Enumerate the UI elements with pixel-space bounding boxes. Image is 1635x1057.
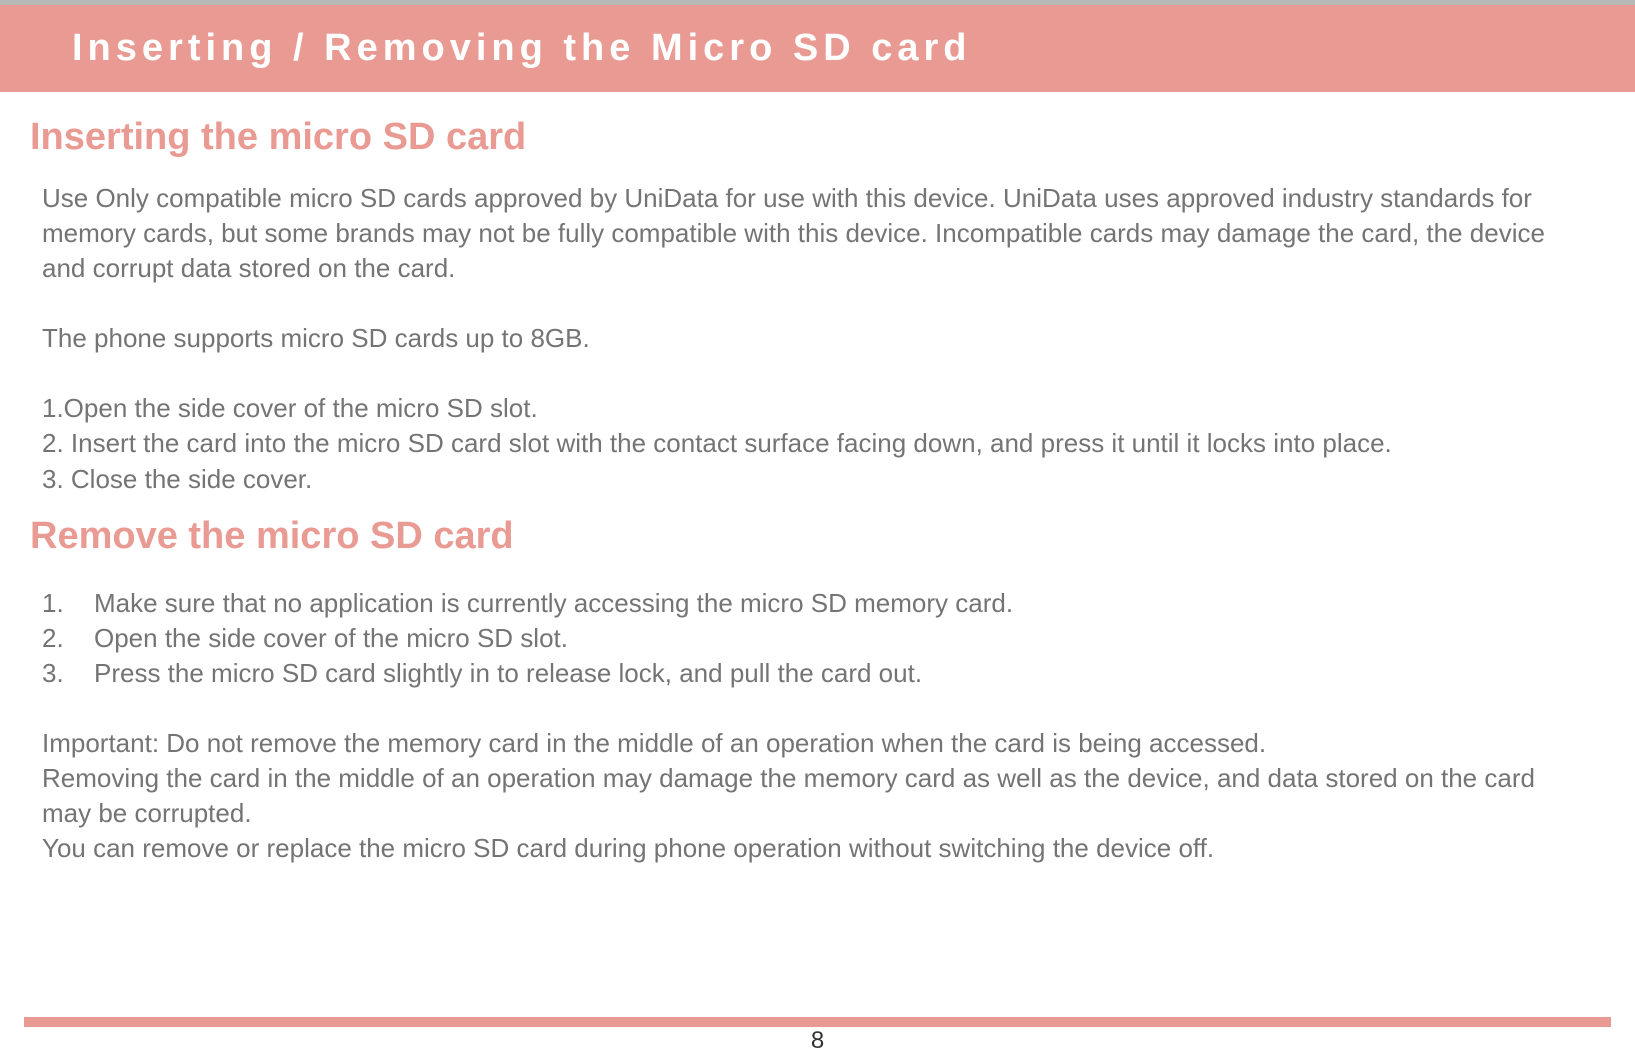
remove-notes: Important: Do not remove the memory card…: [30, 726, 1605, 866]
remove-note-3: You can remove or replace the micro SD c…: [42, 831, 1585, 866]
inserting-body: Use Only compatible micro SD cards appro…: [30, 181, 1605, 497]
page-number: 8: [0, 1027, 1635, 1055]
page-title: Inserting / Removing the Micro SD card: [72, 27, 1635, 70]
list-text: Open the side cover of the micro SD slot…: [94, 623, 568, 653]
inserting-paragraph-2: The phone supports micro SD cards up to …: [42, 321, 1585, 356]
list-item: 2. Open the side cover of the micro SD s…: [42, 621, 1605, 656]
header-bar: Inserting / Removing the Micro SD card: [0, 5, 1635, 92]
list-text: Make sure that no application is current…: [94, 588, 1013, 618]
remove-note-1: Important: Do not remove the memory card…: [42, 726, 1585, 761]
list-number: 2.: [42, 621, 64, 656]
list-item: 3. Press the micro SD card slightly in t…: [42, 656, 1605, 691]
list-number: 1.: [42, 586, 64, 621]
remove-note-2: Removing the card in the middle of an op…: [42, 761, 1585, 831]
section-heading-remove: Remove the micro SD card: [30, 515, 1605, 558]
list-number: 3.: [42, 656, 64, 691]
inserting-paragraph-1: Use Only compatible micro SD cards appro…: [42, 181, 1585, 286]
list-item: 1. Make sure that no application is curr…: [42, 586, 1605, 621]
remove-steps-list: 1. Make sure that no application is curr…: [30, 586, 1605, 691]
inserting-step-3: 3. Close the side cover.: [42, 462, 1585, 497]
footer-divider: [24, 1017, 1611, 1027]
inserting-step-2: 2. Insert the card into the micro SD car…: [42, 426, 1585, 461]
page-content: Inserting the micro SD card Use Only com…: [0, 92, 1635, 866]
list-text: Press the micro SD card slightly in to r…: [94, 658, 922, 688]
inserting-step-1: 1.Open the side cover of the micro SD sl…: [42, 391, 1585, 426]
section-heading-inserting: Inserting the micro SD card: [30, 116, 1605, 159]
